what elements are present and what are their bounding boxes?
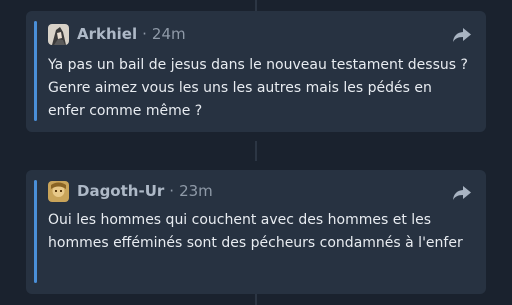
share-button[interactable] [452, 185, 472, 201]
thread-connector-top [255, 0, 257, 11]
meta-separator: · [142, 25, 147, 43]
post-header: Dagoth-Ur · 23m [48, 179, 213, 203]
reply-card: Arkhiel · 24m Ya pas un bail de jesus da… [26, 11, 486, 132]
post-header: Arkhiel · 24m [48, 22, 186, 46]
reply-card: Dagoth-Ur · 23m Oui les hommes qui couch… [26, 170, 486, 294]
author-name[interactable]: Dagoth-Ur [77, 182, 164, 200]
meta-separator: · [169, 182, 175, 200]
anime-character-avatar-icon [48, 23, 69, 45]
user-avatar[interactable] [48, 23, 69, 45]
share-button[interactable] [452, 27, 472, 43]
thread-connector-bottom [255, 294, 257, 305]
user-avatar[interactable] [48, 180, 69, 202]
author-name[interactable]: Arkhiel [77, 25, 137, 43]
character-portrait-avatar-icon [48, 180, 69, 202]
post-timestamp[interactable]: 23m [179, 182, 213, 200]
thread-connector-middle [255, 141, 257, 161]
quote-accent-bar [34, 21, 37, 121]
post-body: Oui les hommes qui couchent avec des hom… [48, 212, 463, 251]
quote-accent-bar [34, 180, 37, 283]
post-timestamp[interactable]: 24m [152, 25, 186, 43]
post-body: Ya pas un bail de jesus dans le nouveau … [48, 57, 468, 119]
share-arrow-icon [453, 28, 471, 42]
share-arrow-icon [453, 186, 471, 200]
